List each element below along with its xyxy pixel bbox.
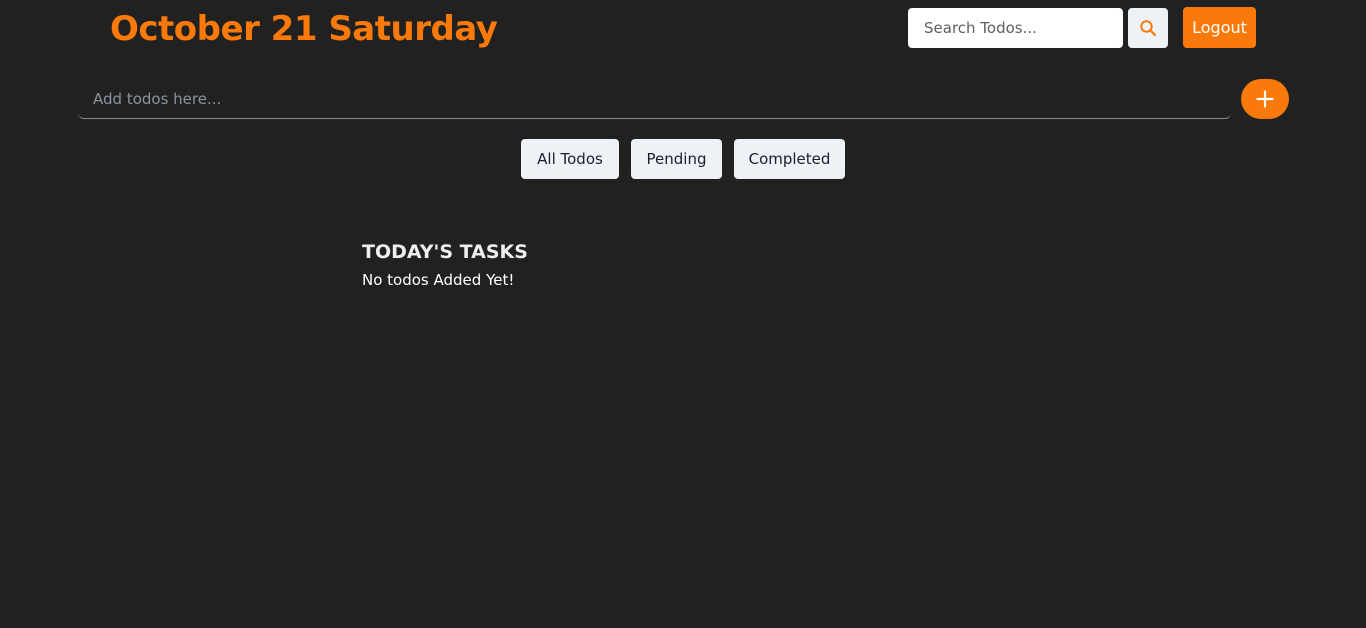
page-title: October 21 Saturday (110, 9, 498, 49)
add-todo-button[interactable] (1241, 79, 1289, 119)
filter-pending-button[interactable]: Pending (631, 139, 722, 179)
search-button[interactable] (1128, 8, 1168, 48)
search-icon (1139, 19, 1157, 37)
todo-app: October 21 Saturday Logout All Todos Pen… (0, 0, 1366, 628)
tasks-heading: TODAY'S TASKS (362, 241, 528, 263)
add-todo-input[interactable] (78, 80, 1231, 119)
search-input[interactable] (908, 8, 1123, 48)
logout-button[interactable]: Logout (1183, 7, 1256, 48)
plus-icon (1256, 90, 1274, 108)
filter-all-todos-button[interactable]: All Todos (521, 139, 619, 179)
filter-completed-button[interactable]: Completed (734, 139, 845, 179)
empty-tasks-message: No todos Added Yet! (362, 271, 515, 289)
